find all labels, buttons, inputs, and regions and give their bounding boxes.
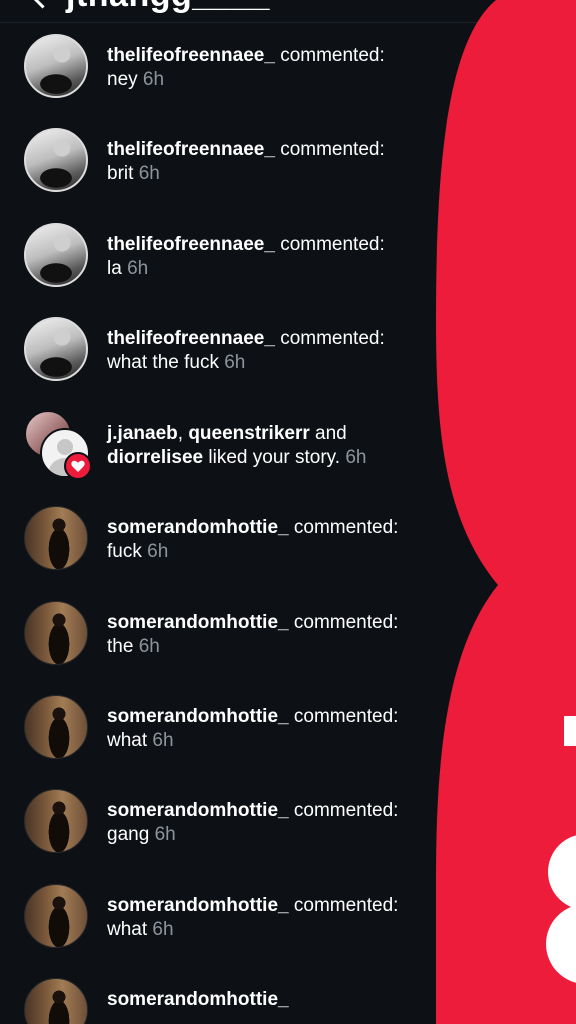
username-link[interactable]: thelifeofreennaee_ [107,328,275,349]
separator-text: , [177,423,189,444]
notification-text: somerandomhottie_ commented: the 6h [107,611,437,659]
comment-text: what [107,919,148,940]
timestamp: 6h [127,258,149,279]
comment-text: la [107,258,122,279]
list-item[interactable]: somerandomhottie_ commented: gang 6h [0,783,440,863]
list-item[interactable]: j.janaeb, queenstrikerr and diorrelisee … [0,406,440,486]
avatar[interactable] [24,506,88,570]
list-item[interactable]: somerandomhottie_ commented: what 6h [0,878,440,958]
avatar[interactable] [24,789,88,853]
heart-icon [64,452,92,480]
comment-text: what the fuck [107,352,219,373]
list-item[interactable]: somerandomhottie_ commented: the 6h [0,595,440,675]
timestamp: 6h [152,730,174,751]
action-text: commented: [293,706,399,727]
timestamp: 6h [142,69,165,90]
action-text: commented: [280,45,385,66]
notification-text: somerandomhottie_ commented: gang 6h [107,799,437,847]
avatar[interactable] [24,978,88,1024]
timestamp: 6h [345,447,367,468]
avatar[interactable] [24,601,88,665]
action-text: commented: [293,517,399,538]
username-link[interactable]: thelifeofreennaee_ [107,139,275,160]
notification-text: thelifeofreennaee_ commented: la 6h [107,233,437,281]
username-link[interactable]: queenstrikerr [188,423,309,444]
username-link[interactable]: somerandomhottie_ [107,706,289,727]
timestamp: 6h [154,824,176,845]
red-overlay-graphic [436,0,576,1024]
list-item[interactable]: thelifeofreennaee_ commented: what the f… [0,311,440,391]
timestamp: 6h [138,636,160,657]
notification-text: somerandomhottie_ commented: what 6h [107,705,437,753]
stacked-avatars[interactable] [24,410,92,482]
comment-text: gang [107,824,150,845]
back-arrow-icon[interactable] [30,0,55,9]
avatar[interactable] [24,223,88,287]
avatar[interactable] [24,884,88,948]
red-shape-graphic [436,0,576,1024]
action-text: commented: [293,612,399,633]
notification-text: j.janaeb, queenstrikerr and diorrelisee … [107,422,437,470]
notification-text: somerandomhottie_ commented: fuck 6h [107,516,437,564]
comment-text: the [107,636,134,657]
list-item[interactable]: thelifeofreennaee_ commented: ney 6h [0,28,440,108]
username-link[interactable]: thelifeofreennaee_ [107,234,275,255]
action-text: commented: [280,139,385,160]
avatar[interactable] [24,317,88,381]
username-link[interactable]: thelifeofreennaee_ [107,45,275,66]
username-link[interactable]: somerandomhottie_ [107,612,289,633]
username-link[interactable]: diorrelisee [107,447,203,468]
username-link[interactable]: somerandomhottie_ [107,989,289,1010]
comment-text: fuck [107,541,142,562]
notification-text: thelifeofreennaee_ commented: brit 6h [107,138,437,186]
username-link[interactable]: somerandomhottie_ [107,517,289,538]
username-link[interactable]: j.janaeb [107,423,178,444]
action-text: commented: [293,800,399,821]
timestamp: 6h [152,919,174,940]
notification-text: somerandomhottie_ commented: what 6h [107,894,437,942]
comment-text: brit [107,163,134,184]
action-text: commented: [293,895,399,916]
list-item[interactable]: somerandomhottie_ [0,972,440,1024]
username-link[interactable]: somerandomhottie_ [107,895,289,916]
timestamp: 6h [147,541,169,562]
list-item[interactable]: somerandomhottie_ commented: fuck 6h [0,500,440,580]
action-text: liked your story. [208,447,341,468]
action-text: commented: [280,234,385,255]
timestamp: 6h [138,163,160,184]
list-item[interactable]: somerandomhottie_ commented: what 6h [0,689,440,769]
username-link[interactable]: somerandomhottie_ [107,800,289,821]
list-item[interactable]: thelifeofreennaee_ commented: brit 6h [0,122,440,202]
conjunction-text: and [315,423,347,444]
notification-text: thelifeofreennaee_ commented: ney 6h [107,44,437,92]
comment-text: ney [107,69,138,90]
notification-text: somerandomhottie_ [107,988,437,1012]
page-title: jthangg____ [66,0,270,15]
timestamp: 6h [224,352,246,373]
action-text: commented: [280,328,385,349]
list-item[interactable]: thelifeofreennaee_ commented: la 6h [0,217,440,297]
avatar[interactable] [24,695,88,759]
avatar[interactable] [24,34,88,98]
avatar[interactable] [24,128,88,192]
comment-text: what [107,730,148,751]
notification-text: thelifeofreennaee_ commented: what the f… [107,327,437,375]
